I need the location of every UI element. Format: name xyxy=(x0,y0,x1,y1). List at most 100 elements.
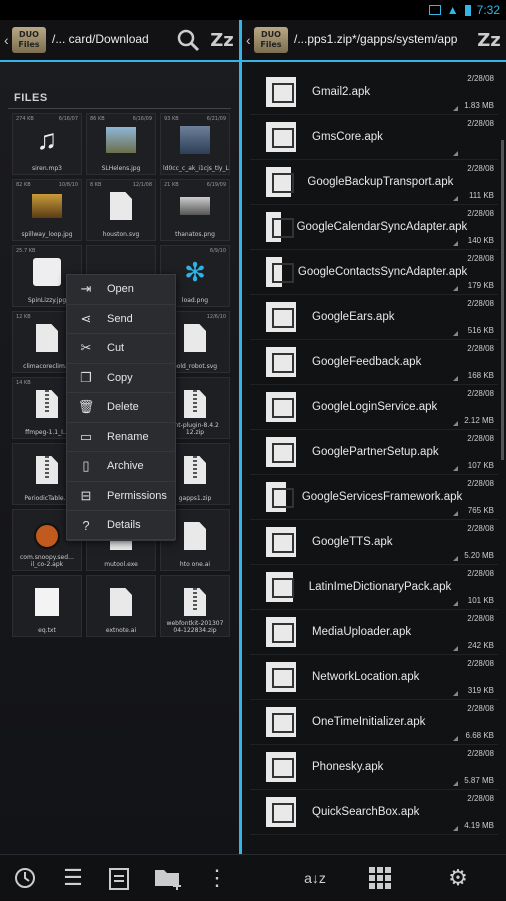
zip-thumbnail-icon xyxy=(32,389,62,419)
right-path[interactable]: /...pps1.zip*/gapps/system/app xyxy=(294,32,472,48)
file-name: GoogleServicesFramework.apk xyxy=(301,490,463,503)
menu-item-send[interactable]: ⋖ Send xyxy=(67,305,175,334)
list-item[interactable]: GoogleEars.apk 2/28/08 516 KB xyxy=(250,295,498,340)
overflow-menu-icon[interactable]: ⋮ xyxy=(194,855,240,901)
trash-icon: 🗑 xyxy=(77,399,95,415)
app-logo[interactable]: DUO Files xyxy=(12,27,46,53)
tile-filename: mutool.exe xyxy=(104,561,138,568)
file-tile[interactable]: eq.txt xyxy=(12,575,82,637)
photo4-thumbnail-icon xyxy=(180,191,210,221)
archive-icon: ▯ xyxy=(82,458,90,474)
zip-thumbnail-icon xyxy=(180,455,210,485)
tile-date: 6/16/09 xyxy=(132,116,152,122)
file-name: OneTimeInitializer.apk xyxy=(312,715,426,728)
list-item[interactable]: MediaUploader.apk 2/28/08 242 KB xyxy=(250,610,498,655)
settings-icon[interactable]: ⚙ xyxy=(410,855,506,901)
file-date: 2/28/08 xyxy=(467,344,494,353)
file-tile[interactable]: 82 KB 10/8/10 spillway_loop.jpg xyxy=(12,179,82,241)
file-name: Gmail2.apk xyxy=(312,85,371,98)
selection-corner-icon xyxy=(453,826,458,831)
apk-file-icon xyxy=(266,122,296,152)
status-bar: ▲ 7:32 xyxy=(0,0,506,20)
list-item[interactable]: QuickSearchBox.apk 2/28/08 4.19 MB xyxy=(250,790,498,835)
menu-item-copy[interactable]: ❐ Copy xyxy=(67,364,175,393)
file-name: NetworkLocation.apk xyxy=(312,670,420,683)
back-chevron-icon[interactable]: ‹ xyxy=(246,32,254,48)
grid-view-icon[interactable] xyxy=(350,855,410,901)
file-date: 2/28/08 xyxy=(467,74,494,83)
list-view-icon[interactable]: ☰ xyxy=(50,855,96,901)
scrollbar[interactable] xyxy=(501,140,504,460)
file-name: GoogleTTS.apk xyxy=(312,535,393,548)
selection-corner-icon xyxy=(453,736,458,741)
tile-size: 14 KB xyxy=(16,380,31,386)
app-logo[interactable]: DUO Files xyxy=(254,27,288,53)
list-item[interactable]: GooglePartnerSetup.apk 2/28/08 107 KB xyxy=(250,430,498,475)
tile-filename: siren.mp3 xyxy=(32,165,62,172)
selection-corner-icon xyxy=(453,286,458,291)
menu-item-details[interactable]: ? Details xyxy=(67,511,175,541)
file-name: GmsCore.apk xyxy=(312,130,383,143)
clipboard-icon[interactable] xyxy=(96,855,142,901)
history-icon[interactable] xyxy=(0,855,50,901)
left-path[interactable]: /... card/Download xyxy=(52,32,171,48)
tile-filename: webfontkit-201307 04-122834.zip xyxy=(166,620,224,634)
tile-size: 86 KB xyxy=(90,116,105,122)
list-item[interactable]: GoogleTTS.apk 2/28/08 5.20 MB xyxy=(250,520,498,565)
file-tile[interactable]: 8 KB 12/1/08 houston.svg xyxy=(86,179,156,241)
file-tile[interactable]: 86 KB 6/16/09 SLHelens.jpg xyxy=(86,113,156,175)
tile-size: 8 KB xyxy=(90,182,102,188)
tile-date: 12/1/08 xyxy=(132,182,152,188)
tile-date: 6/19/09 xyxy=(206,182,226,188)
list-item[interactable]: Phonesky.apk 2/28/08 5.87 MB xyxy=(250,745,498,790)
list-item[interactable]: Gmail2.apk 2/28/08 1.83 MB xyxy=(250,70,498,115)
tile-filename: extnote.ai xyxy=(105,627,137,634)
doc-thumbnail-icon xyxy=(180,521,210,551)
menu-item-cut[interactable]: ✂ Cut xyxy=(67,334,175,364)
selection-corner-icon xyxy=(453,646,458,651)
menu-item-permissions[interactable]: ⊟ Permissions xyxy=(67,482,175,511)
apk-file-icon xyxy=(266,752,296,782)
sleep-icon[interactable]: Zz xyxy=(205,23,239,57)
menu-item-open[interactable]: ⇥ Open xyxy=(67,275,175,305)
menu-item-delete[interactable]: 🗑 Delete xyxy=(67,393,175,423)
menu-item-archive[interactable]: ▯ Archive xyxy=(67,452,175,482)
list-item[interactable]: OneTimeInitializer.apk 2/28/08 6.68 KB xyxy=(250,700,498,745)
list-item[interactable]: GoogleLoginService.apk 2/28/08 2.12 MB xyxy=(250,385,498,430)
list-item[interactable]: GoogleContactsSyncAdapter.apk 2/28/08 17… xyxy=(250,250,498,295)
list-item[interactable]: GoogleCalendarSyncAdapter.apk 2/28/08 14… xyxy=(250,205,498,250)
search-icon[interactable] xyxy=(171,23,205,57)
selection-corner-icon xyxy=(453,556,458,561)
back-chevron-icon[interactable]: ‹ xyxy=(4,32,12,48)
list-item[interactable]: GoogleFeedback.apk 2/28/08 168 KB xyxy=(250,340,498,385)
list-item[interactable]: GmsCore.apk 2/28/08 xyxy=(250,115,498,160)
file-date: 2/28/08 xyxy=(467,479,494,488)
sort-button[interactable]: a↓z xyxy=(280,855,350,901)
file-tile[interactable]: webfontkit-201307 04-122834.zip xyxy=(160,575,230,637)
file-tile[interactable]: 93 KB 6/21/09 ld0cc_c_ak_i1cjs_tly_LrB… xyxy=(160,113,230,175)
sleep-icon[interactable]: Zz xyxy=(472,23,506,57)
list-item[interactable]: NetworkLocation.apk 2/28/08 319 KB xyxy=(250,655,498,700)
list-item[interactable]: LatinImeDictionaryPack.apk 2/28/08 101 K… xyxy=(250,565,498,610)
list-item[interactable]: GoogleServicesFramework.apk 2/28/08 765 … xyxy=(250,475,498,520)
selection-corner-icon xyxy=(453,781,458,786)
tile-meta: 93 KB 6/21/09 xyxy=(164,116,226,122)
file-date: 2/28/08 xyxy=(467,389,494,398)
zip-thumbnail-icon xyxy=(180,587,210,617)
tile-meta: 25.7 KB xyxy=(16,248,78,254)
menu-item-label: Details xyxy=(107,519,141,532)
menu-item-rename[interactable]: ▭ Rename xyxy=(67,423,175,452)
tile-filename: com.snoopy.sed…il_co-2.apk xyxy=(19,554,75,568)
file-date: 2/28/08 xyxy=(467,119,494,128)
file-date: 2/28/08 xyxy=(467,164,494,173)
new-folder-icon[interactable] xyxy=(142,855,194,901)
file-tile[interactable]: 21 KB 6/19/09 thanatos.png xyxy=(160,179,230,241)
selection-corner-icon xyxy=(453,511,458,516)
selection-corner-icon xyxy=(453,106,458,111)
file-size: 179 KB xyxy=(467,281,494,290)
list-item[interactable]: GoogleBackupTransport.apk 2/28/08 111 KB xyxy=(250,160,498,205)
file-tile[interactable]: 274 KB 6/16/07 ♫ siren.mp3 xyxy=(12,113,82,175)
file-tile[interactable]: extnote.ai xyxy=(86,575,156,637)
tile-meta: 21 KB 6/19/09 xyxy=(164,182,226,188)
file-date: 2/28/08 xyxy=(467,794,494,803)
